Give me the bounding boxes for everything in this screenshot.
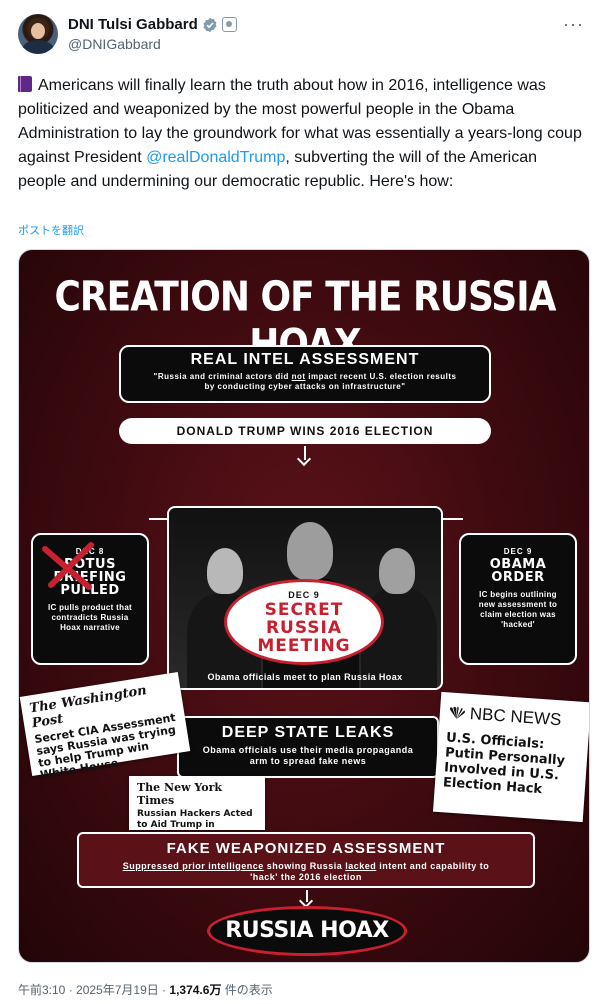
- book-emoji-icon: [18, 76, 32, 92]
- avatar-body: [22, 40, 54, 54]
- connector-right: [441, 518, 463, 520]
- verified-badge-icon: [203, 17, 217, 32]
- fake-assessment-desc-u2: lacked: [345, 861, 377, 871]
- post-timestamp[interactable]: 午前3:10 · 2025年7月19日 ·: [18, 983, 169, 997]
- new-york-times-masthead: The New York Times: [137, 781, 223, 807]
- secret-meeting-date: DEC 9: [288, 590, 320, 600]
- secret-meeting-stamp: DEC 9 SECRET RUSSIA MEETING: [224, 579, 384, 665]
- author-handle[interactable]: @DNIGabbard: [68, 36, 161, 52]
- real-intel-quote: "Russia and criminal actors did not impa…: [151, 372, 459, 392]
- deep-state-title: DEEP STATE LEAKS: [221, 724, 395, 741]
- potus-briefing-desc: IC pulls product that contradicts Russia…: [47, 603, 133, 632]
- avatar-face: [31, 23, 45, 39]
- real-intel-box: REAL INTEL ASSESSMENT "Russia and crimin…: [119, 345, 491, 403]
- official-right-head: [379, 548, 415, 594]
- official-center-head: [287, 522, 333, 580]
- nbc-news-masthead: NBC NEWS: [469, 703, 562, 730]
- trump-wins-pill: DONALD TRUMP WINS 2016 ELECTION: [119, 418, 491, 444]
- author-display-name[interactable]: DNI Tulsi Gabbard: [68, 16, 198, 33]
- author-name-row: DNI Tulsi Gabbard: [68, 16, 237, 33]
- obama-order-box: DEC 9 OBAMA ORDER IC begins outlining ne…: [459, 533, 577, 665]
- obama-order-title: OBAMA ORDER: [489, 557, 547, 585]
- avatar[interactable]: [18, 14, 58, 54]
- mention-link[interactable]: @realDonaldTrump: [146, 149, 285, 166]
- tweet-header: DNI Tulsi Gabbard @DNIGabbard ···: [18, 14, 584, 64]
- tweet-text: Americans will finally learn the truth a…: [18, 74, 584, 194]
- government-badge-icon: [221, 17, 237, 32]
- meeting-caption: Obama officials meet to plan Russia Hoax: [207, 672, 403, 682]
- new-york-times-clipping: The New York Times Russian Hackers Acted…: [129, 776, 265, 841]
- fake-assessment-desc-u1: Suppressed prior intelligence: [122, 861, 264, 871]
- secret-meeting-title: SECRET RUSSIA MEETING: [257, 600, 351, 656]
- more-options-icon[interactable]: ···: [563, 14, 584, 35]
- infographic-image[interactable]: CREATION OF THE RUSSIA HOAX REAL INTEL A…: [18, 249, 590, 963]
- fake-assessment-desc-a: showing Russia: [263, 861, 346, 871]
- nbc-news-masthead-row: NBC NEWS: [447, 702, 582, 731]
- view-count-label: 件の表示: [221, 983, 273, 997]
- arrow-down-2: [306, 890, 308, 902]
- connector-left: [149, 518, 169, 520]
- russia-hoax-oval: RUSSIA HOAX: [207, 906, 407, 956]
- real-intel-title: REAL INTEL ASSESSMENT: [190, 351, 420, 368]
- obama-order-desc: IC begins outlining new assessment to cl…: [478, 590, 558, 629]
- washington-post-clipping: The Washington Post Secret CIA Assessmen…: [19, 671, 191, 782]
- fake-assessment-desc: Suppressed prior intelligence showing Ru…: [119, 861, 493, 883]
- nbc-news-headline: U.S. Officials: Putin Personally Involve…: [442, 730, 566, 798]
- russia-hoax-label: RUSSIA HOAX: [225, 918, 389, 943]
- arrow-down-1: [304, 446, 306, 460]
- fake-assessment-title: FAKE WEAPONIZED ASSESSMENT: [166, 840, 446, 857]
- potus-briefing-box: DEC 8 POTUS BRIEFING PULLED IC pulls pro…: [31, 533, 149, 665]
- deep-state-desc: Obama officials use their media propagan…: [202, 745, 414, 766]
- obama-order-date: DEC 9: [503, 547, 533, 556]
- red-x-mark-icon: [42, 542, 94, 590]
- view-count: 1,374.6万: [169, 983, 222, 997]
- real-intel-quote-not: not: [291, 372, 306, 381]
- translate-post-link[interactable]: ポストを翻訳: [18, 222, 84, 238]
- official-left-head: [207, 548, 243, 594]
- nbc-news-clipping: NBC NEWS U.S. Officials: Putin Personall…: [432, 691, 589, 823]
- deep-state-box: DEEP STATE LEAKS Obama officials use the…: [177, 716, 439, 778]
- real-intel-quote-a: "Russia and criminal actors did: [153, 372, 292, 381]
- nbc-peacock-icon: [449, 706, 466, 720]
- tweet-footer: 午前3:10 · 2025年7月19日 · 1,374.6万 件の表示: [18, 981, 273, 998]
- fake-assessment-box: FAKE WEAPONIZED ASSESSMENT Suppressed pr…: [77, 832, 535, 888]
